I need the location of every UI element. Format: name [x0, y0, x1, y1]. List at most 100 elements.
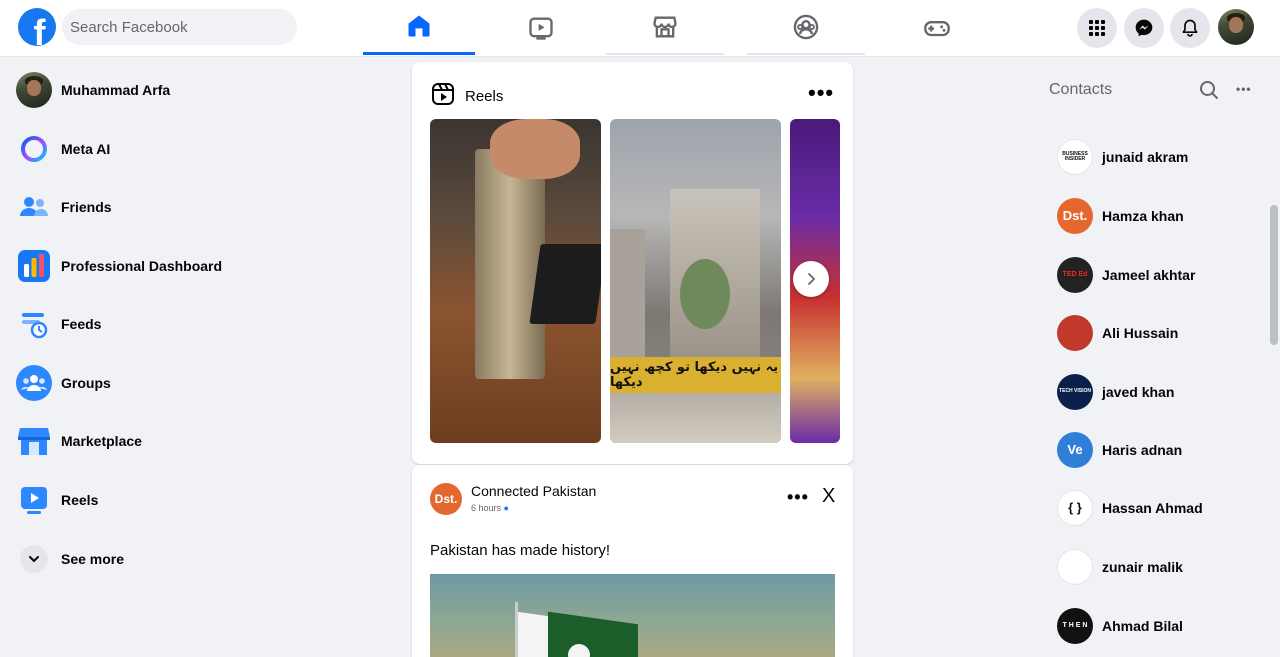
- contact-item[interactable]: { } Hassan Ahmad: [1057, 488, 1257, 528]
- contact-item[interactable]: Ali Hussain: [1057, 313, 1257, 353]
- sidebar-item-label: Feeds: [61, 316, 102, 332]
- contact-item[interactable]: Ve Haris adnan: [1057, 430, 1257, 470]
- account-avatar[interactable]: [1218, 9, 1254, 45]
- groups-icon: [16, 365, 52, 401]
- contact-avatar: Dst.: [1057, 198, 1093, 234]
- sidebar-item-label: Reels: [61, 492, 99, 508]
- post-timestamp[interactable]: 6 hours ●: [471, 503, 509, 513]
- sidebar-item-label: Friends: [61, 199, 112, 215]
- meta-ai-icon: [16, 131, 52, 167]
- contact-name: Hassan Ahmad: [1102, 500, 1203, 516]
- sidebar-item-label: Marketplace: [61, 433, 142, 449]
- sidebar-item-groups[interactable]: Groups: [16, 361, 346, 405]
- contact-item[interactable]: TED Ed Jameel akhtar: [1057, 255, 1257, 295]
- contacts-title: Contacts: [1049, 81, 1113, 98]
- contact-avatar: [1057, 549, 1093, 585]
- post-image[interactable]: [430, 574, 835, 657]
- contact-name: Ali Hussain: [1102, 325, 1179, 341]
- reels-icon: [432, 83, 454, 105]
- avatar-face: [26, 79, 42, 97]
- post-options-button[interactable]: •••: [787, 488, 809, 506]
- reel-caption: یہ نہیں دیکھا تو کچھ نہیں دیکھا: [610, 360, 779, 390]
- tab-video[interactable]: [485, 0, 597, 55]
- contacts-options-button[interactable]: •••: [1236, 83, 1252, 95]
- contact-name: zunair malik: [1102, 559, 1183, 575]
- sidebar-item-label: See more: [61, 551, 125, 567]
- tab-marketplace[interactable]: [606, 0, 724, 55]
- profile-avatar: [16, 72, 52, 108]
- sidebar-item-label: Meta AI: [61, 141, 111, 157]
- menu-button[interactable]: [1077, 8, 1117, 48]
- grid-menu-icon: [1089, 20, 1105, 36]
- post-author-name[interactable]: Connected Pakistan: [471, 483, 596, 499]
- chevron-right-icon: [808, 273, 816, 285]
- post-close-button[interactable]: X: [822, 486, 835, 506]
- top-bar: f: [0, 0, 1280, 57]
- feeds-icon: [16, 306, 52, 342]
- search-input[interactable]: [62, 9, 297, 45]
- video-icon: [529, 17, 553, 40]
- contact-avatar: Ve: [1057, 432, 1093, 468]
- contact-item[interactable]: T H E N Ahmad Bilal: [1057, 606, 1257, 646]
- sidebar-item-see-more[interactable]: See more: [16, 537, 346, 581]
- contact-avatar: [1057, 315, 1093, 351]
- contact-item[interactable]: zunair malik: [1057, 547, 1257, 587]
- facebook-logo-icon[interactable]: f: [18, 8, 56, 46]
- reel-building: [610, 229, 645, 369]
- post-author-avatar[interactable]: Dst.: [430, 483, 462, 515]
- sidebar-item-feeds[interactable]: Feeds: [16, 302, 346, 346]
- reels-options-button[interactable]: •••: [808, 82, 834, 104]
- gaming-icon: [924, 20, 950, 36]
- reels-title: Reels: [465, 88, 504, 105]
- reels-icon: [16, 482, 52, 518]
- post-time-text: 6 hours: [471, 503, 502, 513]
- reels-card: Reels ••• یہ نہیں دیکھا تو کچھ نہیں دیکھ…: [412, 62, 853, 464]
- see-more-button-icon: [16, 541, 52, 577]
- contact-avatar: TECH VISION: [1057, 374, 1093, 410]
- reel-thumbnail[interactable]: [430, 119, 601, 443]
- sidebar-item-professional-dashboard[interactable]: Professional Dashboard: [16, 244, 346, 288]
- avatar-face: [1228, 16, 1244, 34]
- messenger-icon: [1135, 19, 1153, 37]
- tab-home[interactable]: [363, 0, 475, 55]
- post-card: Dst. Connected Pakistan 6 hours ● ••• X …: [412, 465, 853, 657]
- sidebar-item-label: Muhammad Arfa: [61, 82, 171, 98]
- contact-item[interactable]: TECH VISION javed khan: [1057, 372, 1257, 412]
- bell-icon: [1182, 19, 1198, 37]
- sidebar-item-label: Groups: [61, 375, 111, 391]
- tab-gaming[interactable]: [881, 0, 993, 55]
- flag-green-field: [548, 611, 638, 657]
- flag-white-band: [518, 611, 548, 657]
- sidebar-item-friends[interactable]: Friends: [16, 185, 346, 229]
- contact-name: Jameel akhtar: [1102, 267, 1196, 283]
- sidebar-item-reels[interactable]: Reels: [16, 478, 346, 522]
- reels-next-button[interactable]: [793, 261, 829, 297]
- contact-name: junaid akram: [1102, 149, 1189, 165]
- sidebar-item-meta-ai[interactable]: Meta AI: [16, 127, 346, 171]
- contact-name: Haris adnan: [1102, 442, 1183, 458]
- reel-caption-banner: یہ نہیں دیکھا تو کچھ نہیں دیکھا: [610, 357, 781, 393]
- tab-groups[interactable]: [747, 0, 865, 55]
- messenger-button[interactable]: [1124, 8, 1164, 48]
- post-text: Pakistan has made history!: [430, 542, 611, 559]
- sidebar-item-profile[interactable]: Muhammad Arfa: [16, 68, 346, 112]
- reel-keyboard: [529, 244, 601, 324]
- home-icon: [408, 15, 430, 37]
- scrollbar-thumb[interactable]: [1270, 205, 1278, 345]
- globe-icon: ●: [503, 503, 509, 513]
- marketplace-icon: [653, 16, 677, 37]
- page-scrollbar[interactable]: [1268, 57, 1280, 657]
- marketplace-icon: [16, 423, 52, 459]
- reel-hand: [490, 119, 580, 179]
- sidebar-item-label: Professional Dashboard: [61, 258, 223, 274]
- chevron-down-icon: [20, 545, 48, 573]
- reel-thumbnail[interactable]: یہ نہیں دیکھا تو کچھ نہیں دیکھا: [610, 119, 781, 443]
- contact-item[interactable]: BUSINESS INSIDER junaid akram: [1057, 137, 1257, 177]
- notifications-button[interactable]: [1170, 8, 1210, 48]
- reel-object: [475, 149, 545, 379]
- sidebar-item-marketplace[interactable]: Marketplace: [16, 419, 346, 463]
- contact-item[interactable]: Dst. Hamza khan: [1057, 196, 1257, 236]
- search-icon[interactable]: [1199, 80, 1219, 100]
- reel-street: [610, 393, 781, 443]
- contact-name: Ahmad Bilal: [1102, 618, 1183, 634]
